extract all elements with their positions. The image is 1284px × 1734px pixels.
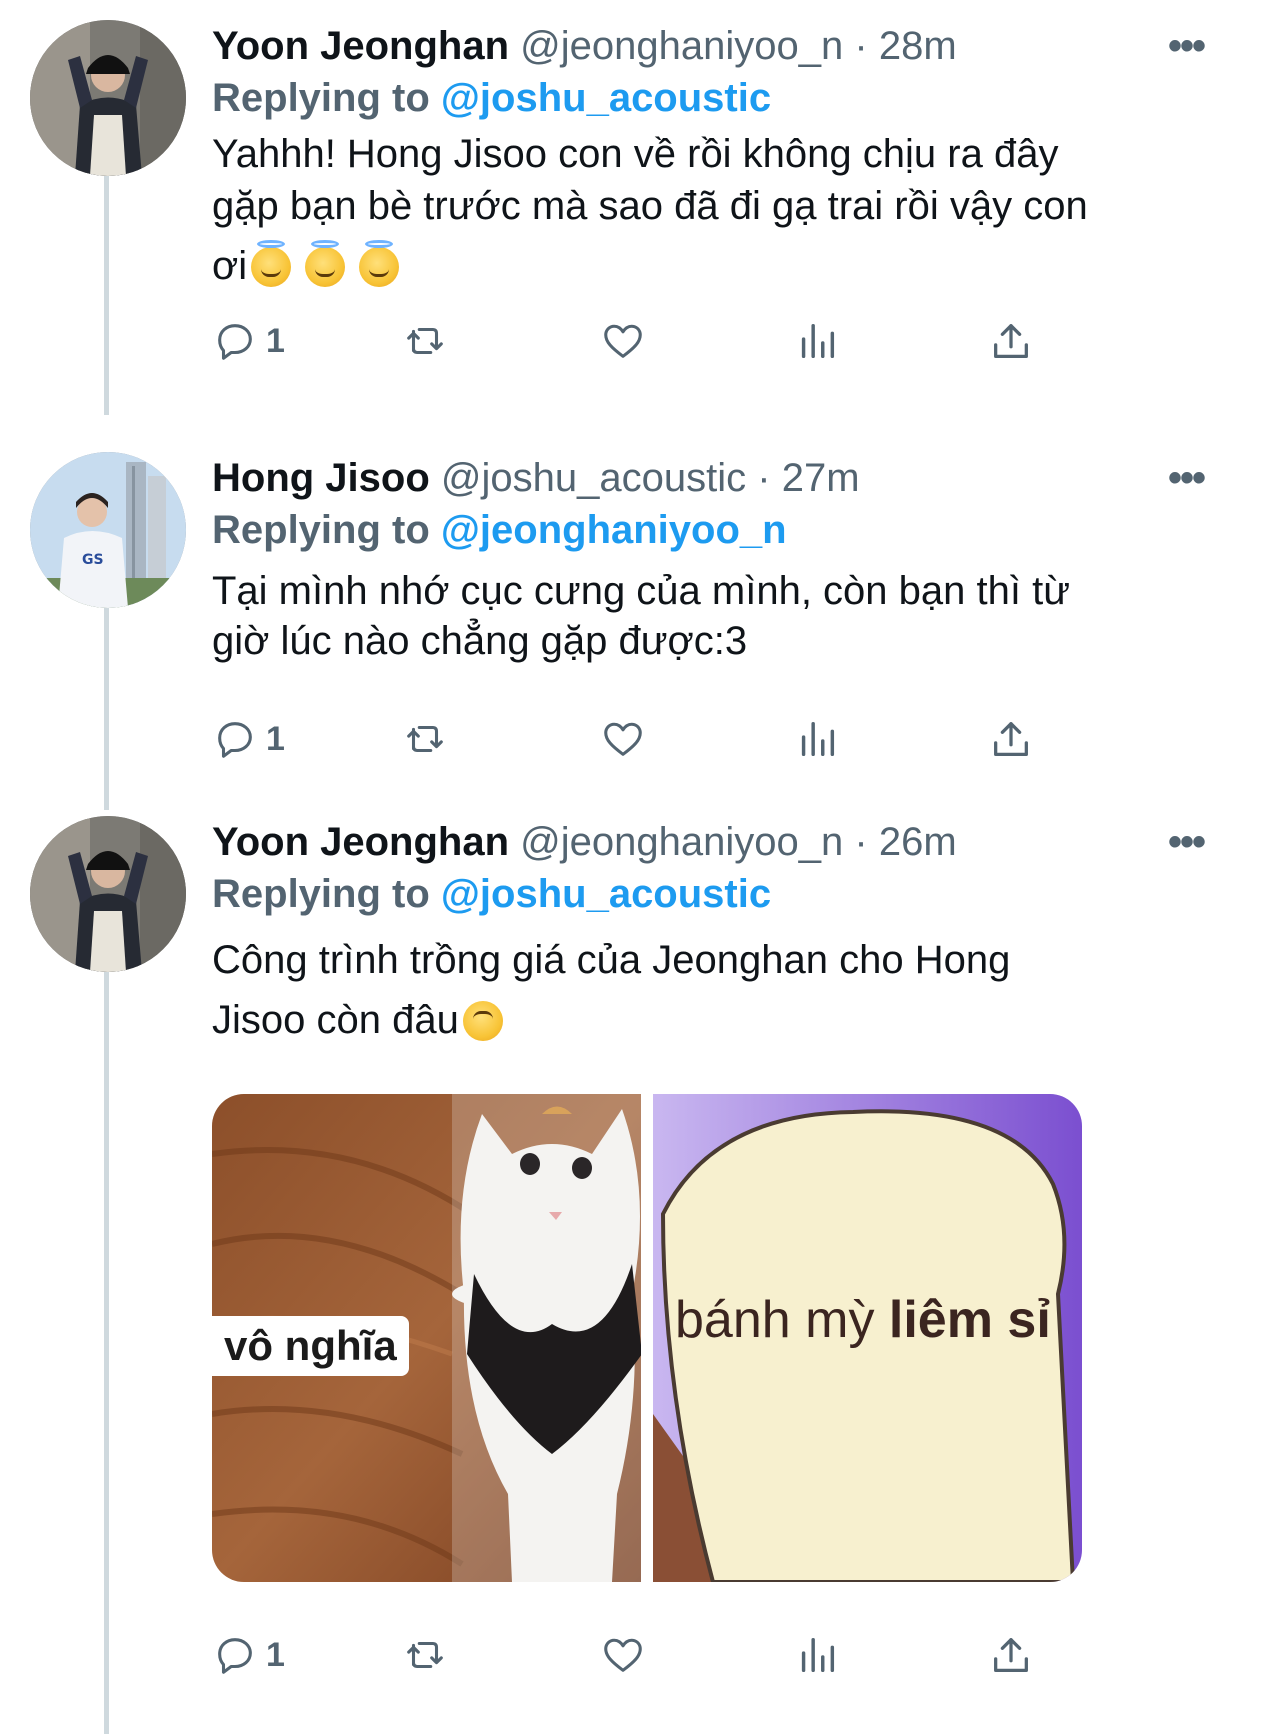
like-button[interactable]: [600, 1630, 646, 1680]
mention-link[interactable]: @jeonghaniyoo_n: [441, 508, 787, 552]
display-name[interactable]: Yoon Jeonghan: [212, 24, 509, 68]
share-button[interactable]: [988, 1630, 1034, 1680]
tweet-text-tail: ơi: [212, 244, 248, 288]
mention-link[interactable]: @joshu_acoustic: [441, 76, 771, 120]
image-caption: bánh mỳ liêm sỉ: [675, 1290, 1051, 1350]
user-handle[interactable]: @joshu_acoustic: [441, 456, 746, 500]
replying-to: Replying to @jeonghaniyoo_n: [212, 504, 787, 556]
retweet-icon: [407, 327, 443, 355]
retweet-button[interactable]: [402, 1630, 448, 1680]
reply-button[interactable]: 1: [212, 316, 285, 366]
retweet-button[interactable]: [402, 316, 448, 366]
like-icon: [604, 324, 642, 358]
timestamp[interactable]: 26m: [879, 820, 957, 864]
mention-link[interactable]: @joshu_acoustic: [441, 872, 771, 916]
avatar-image-jeonghan: [30, 20, 186, 176]
separator: ·: [757, 456, 771, 500]
reply-button[interactable]: 1: [212, 714, 285, 764]
reply-count: 1: [266, 719, 285, 758]
reply-icon: [218, 722, 252, 758]
separator: ·: [854, 24, 868, 68]
analytics-button[interactable]: [794, 316, 840, 366]
timestamp[interactable]: 27m: [782, 456, 860, 500]
avatar[interactable]: GS: [30, 452, 186, 608]
tweet-text: Yahhh! Hong Jisoo con về rồi không chịu …: [212, 128, 1242, 292]
share-icon: [994, 324, 1028, 358]
user-handle[interactable]: @jeonghaniyoo_n: [520, 820, 843, 864]
share-icon: [994, 722, 1028, 756]
tweet-text: Công trình trồng giá của Jeonghan cho Ho…: [212, 930, 1242, 1050]
tweet-text-line-with-emoji: ơi: [212, 240, 1242, 292]
tweet-actions: 1: [212, 714, 1252, 764]
like-button[interactable]: [600, 714, 646, 764]
tweet-actions: 1: [212, 316, 1252, 366]
share-icon: [994, 1638, 1028, 1672]
media-image[interactable]: bánh mỳ liêm sỉ: [653, 1094, 1082, 1582]
tweet-header: Yoon Jeonghan @jeonghaniyoo_n · 28m: [212, 20, 957, 72]
media-grid: vô nghĩa bánh mỳ liêm sỉ: [212, 1094, 1082, 1582]
more-options-icon[interactable]: •••: [1168, 822, 1206, 862]
tweet-actions: 1: [212, 1630, 1252, 1680]
display-name[interactable]: Hong Jisoo: [212, 456, 430, 500]
tweet[interactable]: Yoon Jeonghan @jeonghaniyoo_n · 28m ••• …: [0, 20, 1284, 420]
avatar-image-jisoo: GS: [30, 452, 186, 608]
tweet-text-line: gặp bạn bè trước mà sao đã đi gạ trai rồ…: [212, 184, 1088, 228]
avatar-image-jeonghan: [30, 816, 186, 972]
like-button[interactable]: [600, 316, 646, 366]
share-button[interactable]: [988, 316, 1034, 366]
tweet-header: Yoon Jeonghan @jeonghaniyoo_n · 26m: [212, 816, 957, 868]
analytics-button[interactable]: [794, 1630, 840, 1680]
analytics-icon: [801, 1637, 835, 1673]
tweet-text-line: giờ lúc nào chẳng gặp được:3: [212, 619, 748, 663]
display-name[interactable]: Yoon Jeonghan: [212, 820, 509, 864]
replying-prefix: Replying to: [212, 872, 430, 916]
analytics-button[interactable]: [794, 714, 840, 764]
tweet-header: Hong Jisoo @joshu_acoustic · 27m: [212, 452, 860, 504]
reply-count: 1: [266, 321, 285, 360]
tweet-text-line-with-emoji: Jisoo còn đâu: [212, 990, 1242, 1050]
svg-text:GS: GS: [82, 552, 104, 568]
replying-prefix: Replying to: [212, 76, 430, 120]
replying-to: Replying to @joshu_acoustic: [212, 868, 771, 920]
retweet-button[interactable]: [402, 714, 448, 764]
avatar[interactable]: [30, 816, 186, 972]
caption-part-bold: liêm sỉ: [888, 1291, 1051, 1349]
reply-count: 1: [266, 1635, 285, 1674]
analytics-icon: [801, 721, 835, 757]
tweet-text-line: Công trình trồng giá của Jeonghan cho Ho…: [212, 938, 1011, 982]
retweet-icon: [407, 725, 443, 753]
media-image[interactable]: vô nghĩa: [212, 1094, 641, 1582]
tweet-text-line: Yahhh! Hong Jisoo con về rồi không chịu …: [212, 132, 1059, 176]
smiling-face-with-halo-icon: [359, 240, 400, 287]
caption-part: bánh mỳ: [675, 1291, 875, 1349]
tweet-text-line: Tại mình nhớ cục cưng của mình, còn bạn …: [212, 569, 1070, 613]
smiling-face-with-halo-icon: [305, 240, 346, 287]
share-button[interactable]: [988, 714, 1034, 764]
tweet[interactable]: GS Hong Jisoo @joshu_acoustic · 27m ••• …: [0, 452, 1284, 792]
like-icon: [604, 1638, 642, 1672]
more-options-icon[interactable]: •••: [1168, 26, 1206, 66]
analytics-icon: [801, 323, 835, 359]
image-caption: vô nghĩa: [212, 1316, 409, 1376]
more-options-icon[interactable]: •••: [1168, 458, 1206, 498]
separator: ·: [854, 820, 868, 864]
tweet[interactable]: Yoon Jeonghan @jeonghaniyoo_n · 26m ••• …: [0, 816, 1284, 1734]
smiling-face-with-halo-icon: [251, 240, 292, 287]
avatar[interactable]: [30, 20, 186, 176]
reply-icon: [218, 324, 252, 360]
replying-prefix: Replying to: [212, 508, 430, 552]
retweet-icon: [407, 1641, 443, 1669]
reply-icon: [218, 1638, 252, 1674]
like-icon: [604, 722, 642, 756]
replying-to: Replying to @joshu_acoustic: [212, 72, 771, 124]
upside-down-face-icon: [462, 1001, 503, 1041]
timestamp[interactable]: 28m: [879, 24, 957, 68]
tweet-text: Tại mình nhớ cục cưng của mình, còn bạn …: [212, 566, 1242, 666]
reply-button[interactable]: 1: [212, 1630, 285, 1680]
user-handle[interactable]: @jeonghaniyoo_n: [520, 24, 843, 68]
tweet-text-tail: Jisoo còn đâu: [212, 998, 459, 1042]
